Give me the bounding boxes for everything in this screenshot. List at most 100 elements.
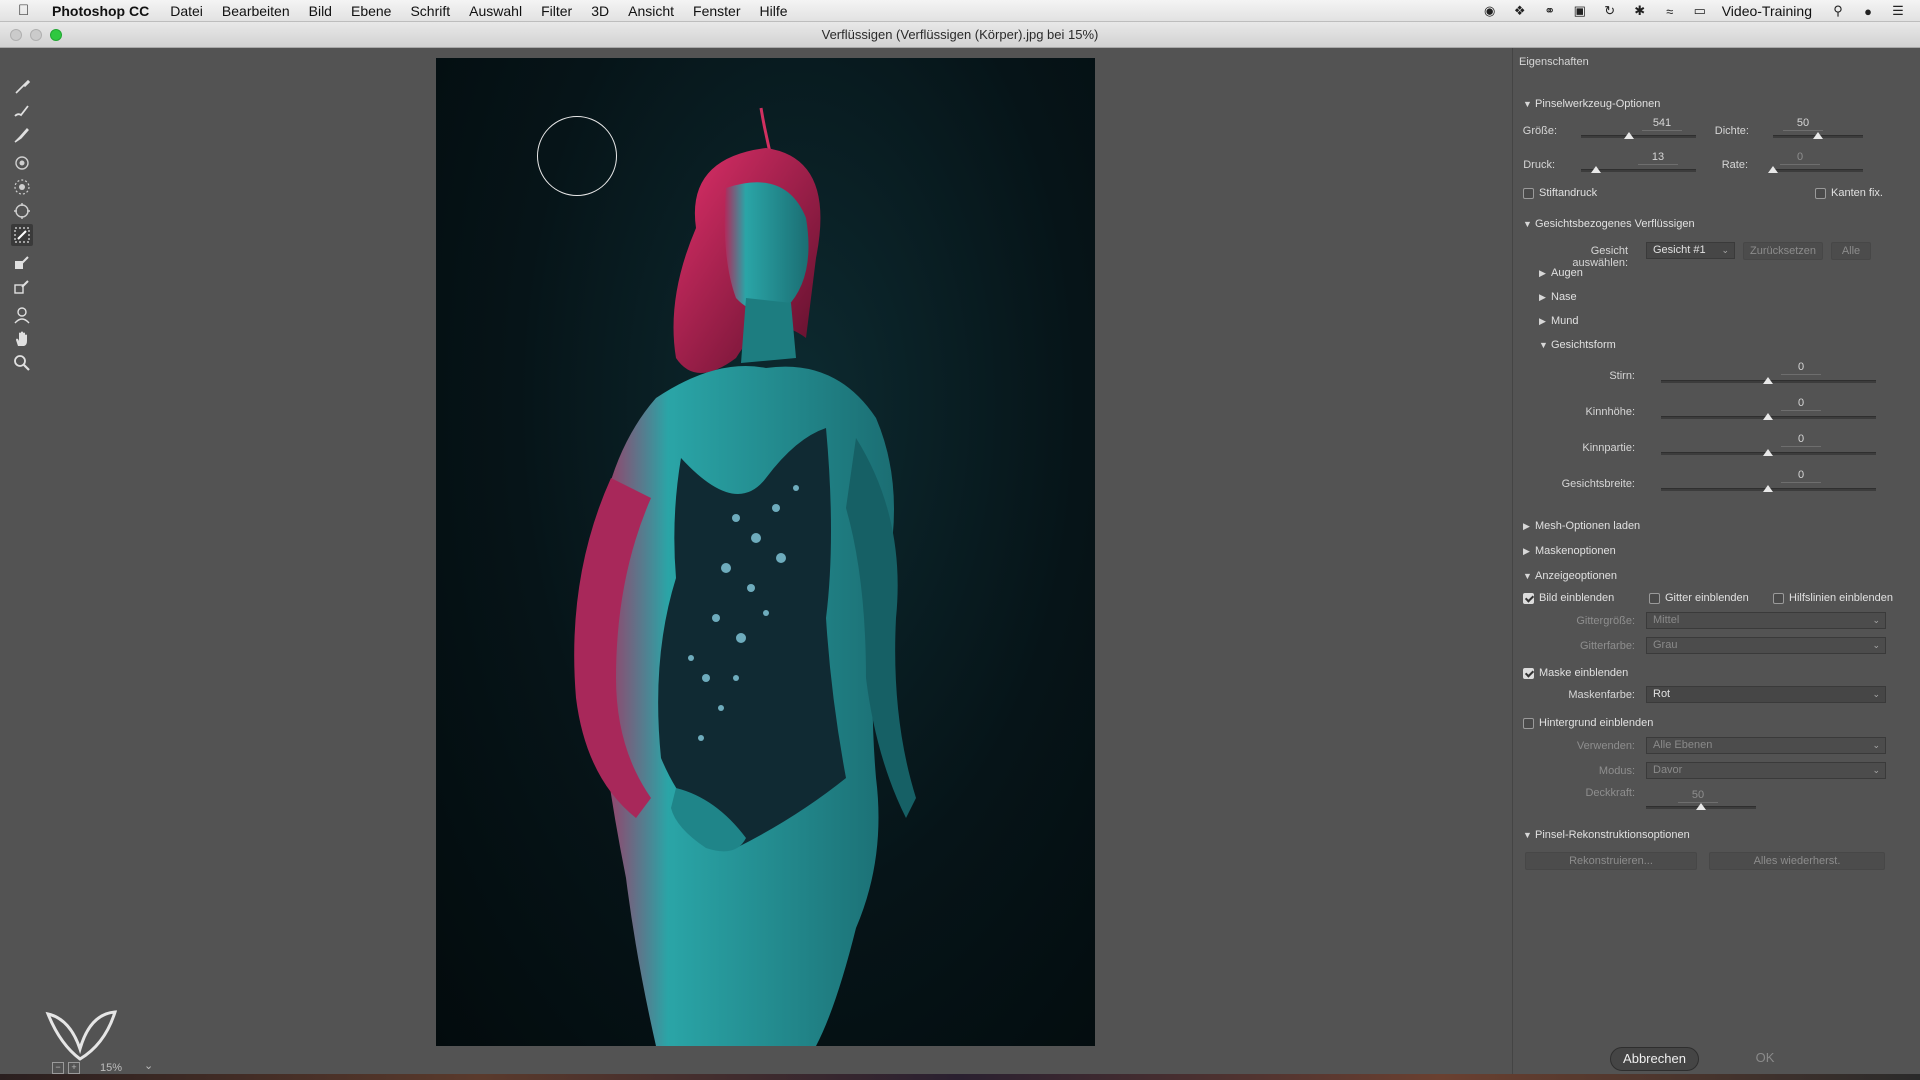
screen-record-icon[interactable]: ▣ — [1572, 3, 1588, 18]
section-brush-options[interactable]: ▼ Pinselwerkzeug-Optionen — [1523, 98, 1660, 110]
pucker-tool[interactable] — [11, 176, 33, 198]
show-image-checkbox[interactable] — [1523, 593, 1534, 604]
record-icon[interactable]: ◉ — [1482, 3, 1498, 18]
face-tool[interactable] — [11, 304, 33, 326]
opacity-slider-thumb[interactable] — [1696, 803, 1706, 810]
ok-button[interactable]: OK — [1740, 1047, 1790, 1071]
smooth-tool[interactable] — [11, 124, 33, 146]
section-mask-options[interactable]: ▶ Maskenoptionen — [1523, 545, 1616, 557]
apple-icon[interactable]:  — [18, 2, 40, 19]
chevron-down-icon: ⌄ — [1872, 765, 1880, 775]
reset-button[interactable]: Zurücksetzen — [1743, 242, 1823, 260]
mesh-size-label: Gittergröße: — [1576, 615, 1635, 627]
zoom-tool[interactable] — [11, 352, 33, 374]
restore-all-button[interactable]: Alles wiederherst. — [1709, 852, 1885, 870]
jawline-value[interactable]: 0 — [1781, 433, 1821, 447]
subsection-nose[interactable]: ▶ Nase — [1539, 291, 1577, 303]
mesh-size-value: Mittel — [1653, 614, 1680, 626]
freeze-mask-tool[interactable] — [11, 252, 33, 274]
size-value[interactable]: 541 — [1642, 117, 1682, 131]
size-slider-thumb[interactable] — [1624, 132, 1635, 139]
mesh-color-dropdown[interactable]: Grau ⌄ — [1646, 637, 1886, 654]
show-guides-checkbox[interactable] — [1773, 593, 1784, 604]
creative-cloud-icon[interactable]: ⚭ — [1542, 3, 1558, 18]
forehead-slider-thumb[interactable] — [1763, 377, 1773, 384]
wifi-icon[interactable]: ≈ — [1662, 4, 1678, 19]
reconstruct-tool[interactable] — [11, 100, 33, 122]
section-brush-options-label: Pinselwerkzeug-Optionen — [1535, 98, 1661, 110]
forward-warp-tool[interactable] — [11, 76, 33, 98]
section-view-options[interactable]: ▼ Anzeigeoptionen — [1523, 570, 1617, 582]
user-name[interactable]: Video-Training — [1722, 3, 1812, 19]
section-load-mesh[interactable]: ▶ Mesh-Optionen laden — [1523, 520, 1640, 532]
hand-tool[interactable] — [11, 328, 33, 350]
section-face-aware[interactable]: ▼ Gesichtsbezogenes Verflüssigen — [1523, 218, 1695, 230]
menu-3d[interactable]: 3D — [591, 3, 609, 19]
subsection-face-shape[interactable]: ▼ Gesichtsform — [1539, 339, 1616, 351]
dropbox-icon[interactable]: ❖ — [1512, 3, 1528, 18]
rate-slider-thumb[interactable] — [1768, 166, 1778, 173]
menu-ebene[interactable]: Ebene — [351, 3, 391, 19]
sync-icon[interactable]: ↻ — [1602, 3, 1618, 18]
menu-bearbeiten[interactable]: Bearbeiten — [222, 3, 290, 19]
siri-icon[interactable]: ● — [1860, 4, 1876, 19]
show-mesh-checkbox[interactable] — [1649, 593, 1660, 604]
jawline-slider-thumb[interactable] — [1763, 449, 1773, 456]
cancel-button[interactable]: Abbrechen — [1610, 1047, 1699, 1071]
notification-list-icon[interactable]: ☰ — [1890, 3, 1906, 18]
pin-edges-checkbox[interactable] — [1815, 188, 1826, 199]
menu-ansicht[interactable]: Ansicht — [628, 3, 674, 19]
show-mask-checkbox[interactable] — [1523, 668, 1534, 679]
subsection-mouth[interactable]: ▶ Mund — [1539, 315, 1579, 327]
mesh-size-dropdown[interactable]: Mittel ⌄ — [1646, 612, 1886, 629]
density-slider-thumb[interactable] — [1813, 132, 1823, 139]
airplay-icon[interactable]: ▭ — [1692, 3, 1708, 18]
search-icon[interactable]: ⚲ — [1830, 3, 1846, 18]
mode-dropdown[interactable]: Davor ⌄ — [1646, 762, 1886, 779]
photo-canvas[interactable] — [436, 58, 1095, 1046]
stylus-pressure-checkbox[interactable] — [1523, 188, 1534, 199]
bloat-tool[interactable] — [11, 200, 33, 222]
push-left-tool[interactable] — [11, 224, 33, 246]
bluetooth-icon[interactable]: ✱ — [1632, 3, 1648, 18]
menu-bild[interactable]: Bild — [309, 3, 332, 19]
section-face-aware-label: Gesichtsbezogenes Verflüssigen — [1535, 218, 1695, 230]
pressure-slider-thumb[interactable] — [1590, 166, 1601, 173]
face-width-value[interactable]: 0 — [1781, 469, 1821, 483]
chin-height-value[interactable]: 0 — [1781, 397, 1821, 411]
menu-hilfe[interactable]: Hilfe — [760, 3, 788, 19]
warp-icon — [15, 79, 31, 94]
menu-filter[interactable]: Filter — [541, 3, 572, 19]
dock-background-strip — [0, 1074, 1920, 1080]
rate-value[interactable]: 0 — [1780, 151, 1820, 165]
triangle-down-icon: ▼ — [1523, 99, 1532, 109]
use-dropdown[interactable]: Alle Ebenen ⌄ — [1646, 737, 1886, 754]
bloat-icon — [14, 203, 30, 219]
menu-app-name[interactable]: Photoshop CC — [52, 3, 149, 19]
menu-auswahl[interactable]: Auswahl — [469, 3, 522, 19]
reconstruct-button[interactable]: Rekonstruieren... — [1525, 852, 1697, 870]
pressure-value[interactable]: 13 — [1638, 151, 1678, 165]
forehead-value[interactable]: 0 — [1781, 361, 1821, 375]
opacity-value[interactable]: 50 — [1678, 789, 1718, 803]
subsection-eyes[interactable]: ▶ Augen — [1539, 267, 1583, 279]
zoom-icon — [14, 355, 30, 371]
canvas-area[interactable] — [44, 48, 1504, 1048]
menu-schrift[interactable]: Schrift — [410, 3, 450, 19]
select-face-dropdown[interactable]: Gesicht #1 ⌄ — [1646, 242, 1735, 259]
mask-color-dropdown[interactable]: Rot ⌄ — [1646, 686, 1886, 703]
menu-fenster[interactable]: Fenster — [693, 3, 740, 19]
section-reconstruct-options[interactable]: ▼ Pinsel-Rekonstruktionsoptionen — [1523, 829, 1690, 841]
thaw-mask-tool[interactable] — [11, 276, 33, 298]
chin-height-label: Kinnhöhe: — [1585, 406, 1635, 418]
size-slider-track[interactable] — [1581, 135, 1696, 138]
chin-height-slider-thumb[interactable] — [1763, 413, 1773, 420]
menu-datei[interactable]: Datei — [170, 3, 203, 19]
rate-slider-track[interactable] — [1773, 169, 1863, 172]
twirl-tool[interactable] — [11, 152, 33, 174]
all-button[interactable]: Alle — [1831, 242, 1871, 260]
density-value[interactable]: 50 — [1783, 117, 1823, 131]
zoom-dropdown-chevron-icon[interactable]: ⌄ — [144, 1059, 153, 1072]
face-width-slider-thumb[interactable] — [1763, 485, 1773, 492]
show-backdrop-checkbox[interactable] — [1523, 718, 1534, 729]
